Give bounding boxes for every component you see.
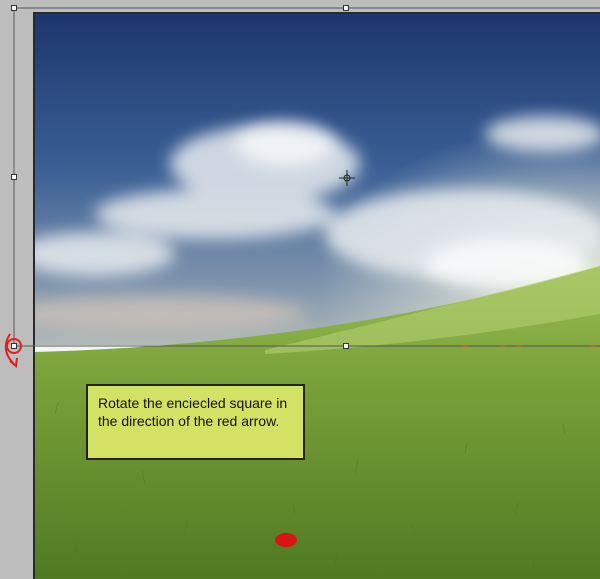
transform-handle-bottom-center[interactable] xyxy=(343,343,349,349)
red-curved-arrow-icon xyxy=(4,333,22,368)
transform-handle-top-left[interactable] xyxy=(11,5,17,11)
instruction-tooltip: Rotate the enciecled square in the direc… xyxy=(86,384,305,460)
transform-handle-middle-left[interactable] xyxy=(11,174,17,180)
poppy-flower xyxy=(275,533,297,547)
crosshair-icon[interactable] xyxy=(339,170,355,186)
landscape-photo xyxy=(35,14,600,579)
transform-handle-top-center[interactable] xyxy=(343,5,349,11)
workspace: Rotate the enciecled square in the direc… xyxy=(0,0,600,579)
